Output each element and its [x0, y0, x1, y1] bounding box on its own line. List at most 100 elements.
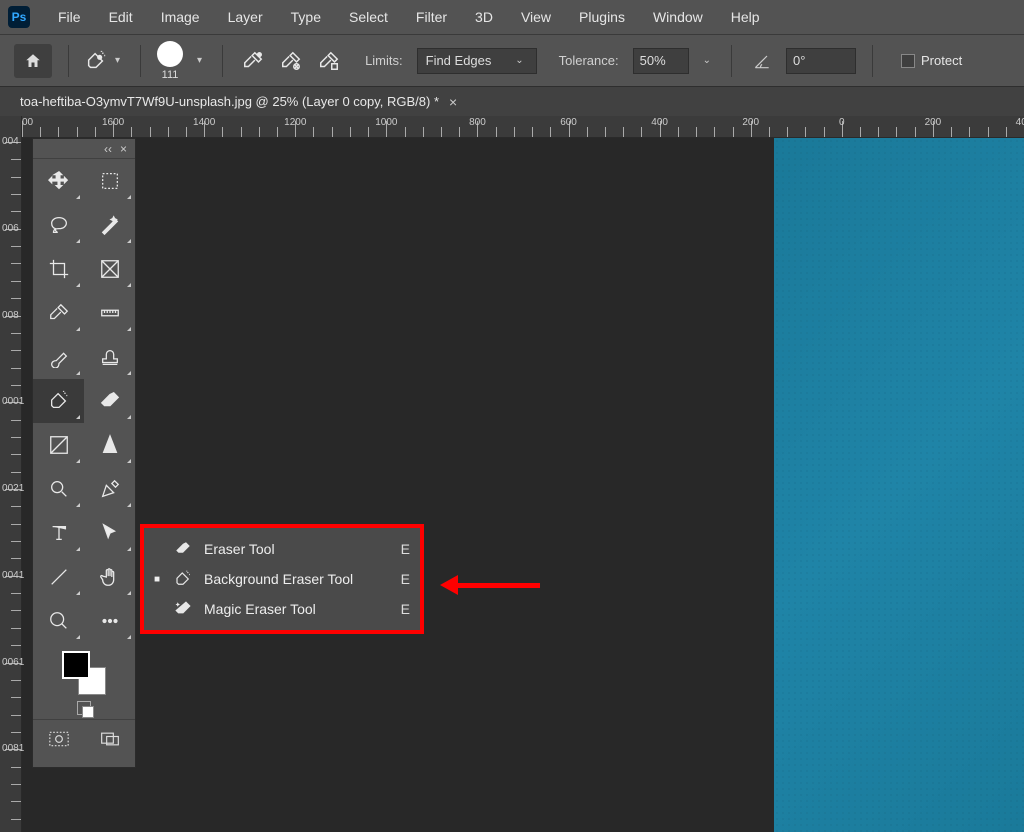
sampling-continuous-button[interactable]	[239, 47, 267, 75]
color-swatches	[33, 643, 135, 719]
tool-path-select[interactable]	[84, 511, 135, 555]
bg-eraser-icon	[85, 50, 107, 72]
flyout-shortcut: E	[401, 601, 410, 617]
fg-bg-swatch[interactable]	[62, 651, 106, 695]
app-icon: Ps	[8, 6, 30, 28]
flyout-item-bg-eraser[interactable]: ■ Background Eraser Tool E	[144, 564, 420, 594]
tool-dodge[interactable]	[33, 467, 84, 511]
tool-hand[interactable]	[84, 555, 135, 599]
eyedropper-icon	[48, 302, 70, 324]
eraser-bg-icon	[48, 390, 70, 412]
default-colors-icon[interactable]	[77, 701, 91, 715]
separator	[222, 45, 223, 77]
close-icon[interactable]: ×	[449, 94, 457, 110]
menu-help[interactable]: Help	[717, 3, 774, 31]
tool-zoom[interactable]	[33, 599, 84, 643]
canvas-document[interactable]	[774, 138, 1024, 832]
tool-type[interactable]	[33, 511, 84, 555]
tool-frame[interactable]	[84, 247, 135, 291]
tool-eraser[interactable]	[84, 379, 135, 423]
ruler-tick-label: 1400	[2, 572, 24, 580]
lasso-icon	[48, 214, 70, 236]
tool-magic-wand[interactable]	[84, 203, 135, 247]
line-tool-icon	[48, 566, 70, 588]
menubar: Ps File Edit Image Layer Type Select Fil…	[0, 0, 1024, 34]
chevron-down-icon: ⌄	[511, 55, 527, 66]
tolerance-value: 50%	[640, 53, 666, 68]
tool-sharpen[interactable]	[84, 423, 135, 467]
menu-3d[interactable]: 3D	[461, 3, 507, 31]
flyout-item-label: Eraser Tool	[204, 541, 391, 557]
chevron-down-icon: ▾	[111, 55, 124, 66]
limits-select[interactable]: Find Edges ⌄	[417, 48, 537, 74]
tool-stamp[interactable]	[84, 335, 135, 379]
chevron-down-icon[interactable]: ▾	[193, 55, 206, 66]
home-button[interactable]	[14, 44, 52, 78]
ruler-tick-label: 200	[925, 117, 942, 128]
menu-image[interactable]: Image	[147, 3, 214, 31]
menu-plugins[interactable]: Plugins	[565, 3, 639, 31]
ruler-tick-label: 1000	[375, 117, 397, 128]
tool-crop[interactable]	[33, 247, 84, 291]
menu-edit[interactable]: Edit	[95, 3, 147, 31]
sampling-bg-swatch-button[interactable]	[315, 47, 343, 75]
separator	[140, 45, 141, 77]
menu-type[interactable]: Type	[277, 3, 335, 31]
ruler-horizontal[interactable]: 180016001400120010008006004002000200400	[0, 116, 1024, 138]
tool-line-tool[interactable]	[33, 555, 84, 599]
limits-label: Limits:	[365, 53, 403, 68]
menu-view[interactable]: View	[507, 3, 565, 31]
quickmask-icon[interactable]	[49, 731, 69, 747]
ruler-tick-label: 400	[651, 117, 668, 128]
tool-more[interactable]	[84, 599, 135, 643]
chevron-down-icon[interactable]: ⌄	[699, 55, 715, 66]
flyout-item-label: Magic Eraser Tool	[204, 601, 391, 617]
menu-select[interactable]: Select	[335, 3, 402, 31]
tool-brush[interactable]	[33, 335, 84, 379]
close-icon[interactable]: ×	[120, 142, 127, 156]
zoom-icon	[48, 610, 70, 632]
collapse-icon[interactable]: ‹‹	[104, 142, 112, 156]
marquee-icon	[99, 170, 121, 192]
tolerance-input[interactable]: 50%	[633, 48, 689, 74]
angle-input[interactable]: 0°	[786, 48, 856, 74]
flyout-item-magic-eraser[interactable]: Magic Eraser Tool E	[144, 594, 420, 624]
hand-icon	[99, 566, 121, 588]
sampling-once-button[interactable]	[277, 47, 305, 75]
canvas-area[interactable]	[22, 138, 1024, 832]
type-icon	[48, 522, 70, 544]
move-icon	[48, 170, 70, 192]
eraser-icon	[172, 540, 194, 558]
flyout-item-label: Background Eraser Tool	[204, 571, 391, 587]
ruler-tick-label: 400	[2, 138, 19, 146]
ruler-icon	[99, 302, 121, 324]
tool-lasso[interactable]	[33, 203, 84, 247]
ruler-tick-label: 1600	[102, 117, 124, 128]
eyedropper-swatch-icon	[318, 50, 340, 72]
menu-filter[interactable]: Filter	[402, 3, 461, 31]
tool-pen[interactable]	[84, 467, 135, 511]
separator	[872, 45, 873, 77]
separator	[731, 45, 732, 77]
tool-marquee[interactable]	[84, 159, 135, 203]
tool-move[interactable]	[33, 159, 84, 203]
ruler-tick-label: 0	[839, 117, 845, 128]
path-select-icon	[99, 522, 121, 544]
tool-eyedropper[interactable]	[33, 291, 84, 335]
menu-window[interactable]: Window	[639, 3, 717, 31]
menu-file[interactable]: File	[44, 3, 95, 31]
ruler-vertical[interactable]: 40060080010001200140016001800	[0, 116, 22, 832]
selected-marker: ■	[152, 574, 162, 585]
tool-ruler[interactable]	[84, 291, 135, 335]
screen-mode-icon[interactable]	[100, 731, 120, 747]
angle-value: 0°	[793, 53, 805, 68]
menu-layer[interactable]: Layer	[214, 3, 277, 31]
tool-eraser-bg[interactable]	[33, 379, 84, 423]
brush-preset-picker[interactable]: 111	[157, 41, 183, 81]
foreground-color-swatch[interactable]	[62, 651, 90, 679]
active-tool-indicator[interactable]: ▾	[85, 50, 124, 72]
document-tab[interactable]: toa-heftiba-O3ymvT7Wf9U-unsplash.jpg @ 2…	[12, 87, 465, 116]
protect-checkbox[interactable]: Protect	[901, 53, 962, 68]
flyout-item-eraser[interactable]: Eraser Tool E	[144, 534, 420, 564]
tool-gradient[interactable]	[33, 423, 84, 467]
